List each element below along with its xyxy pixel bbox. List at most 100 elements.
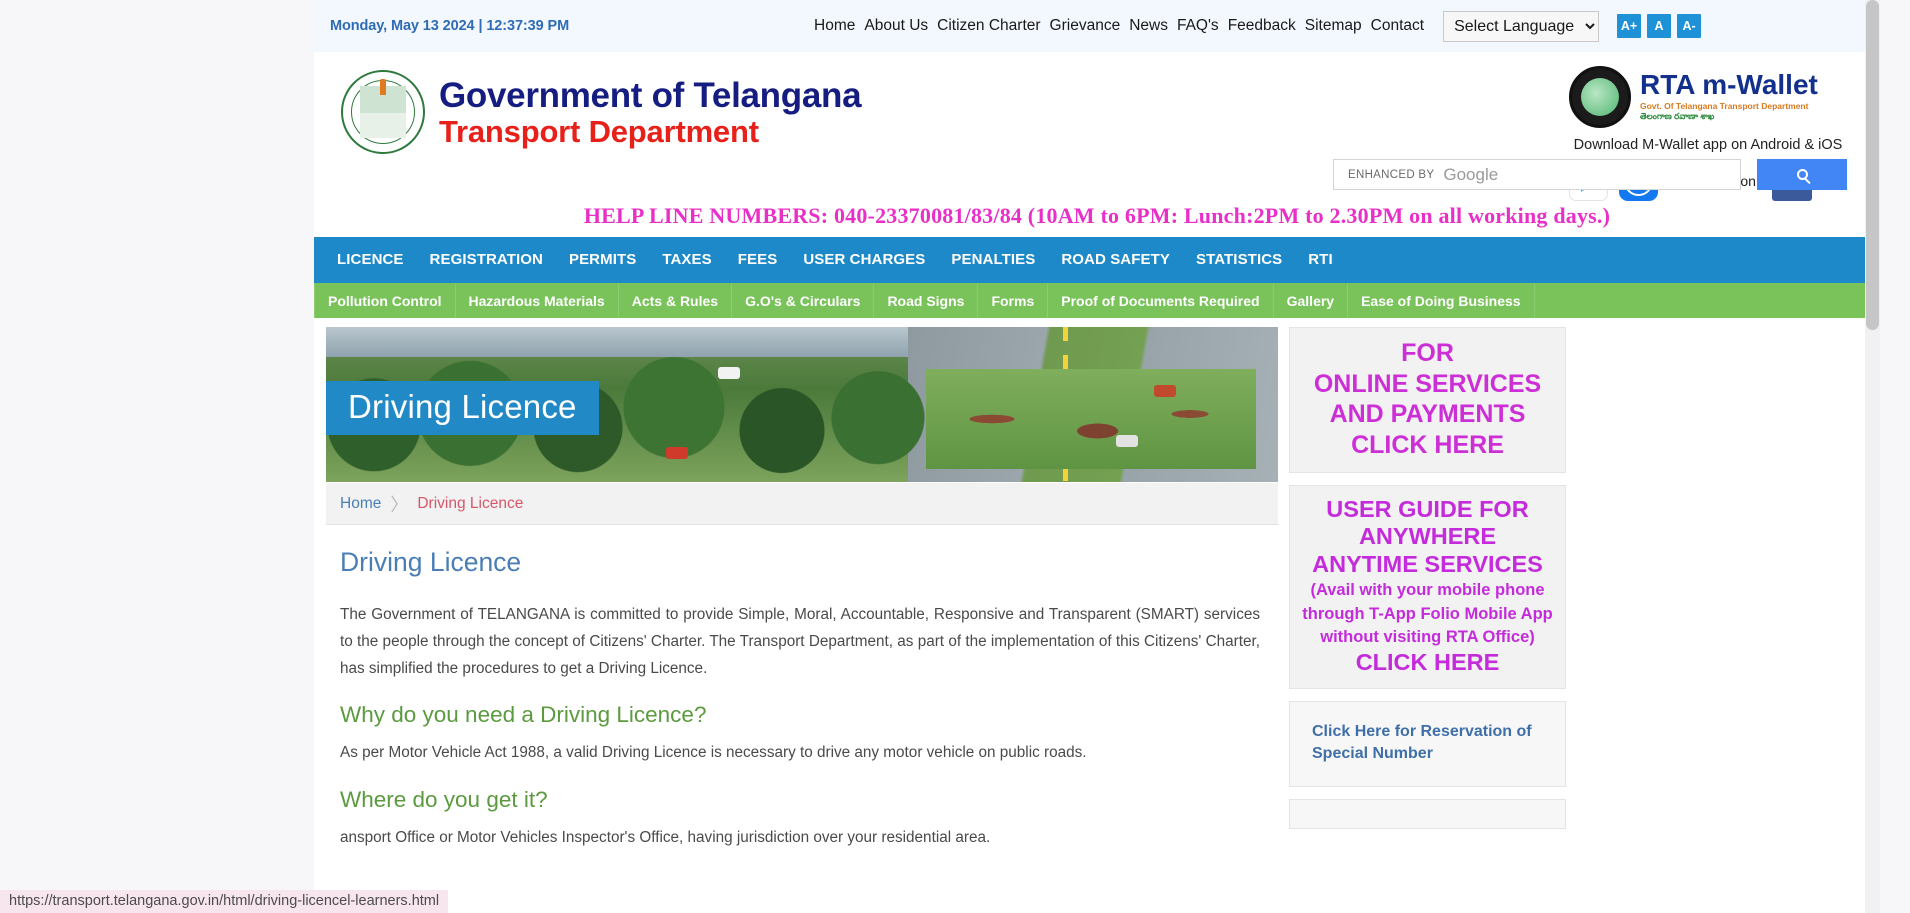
desktop-background-right — [1880, 0, 1910, 913]
mainnav-item-licence[interactable]: LICENCE — [324, 251, 417, 268]
hero-title: Driving Licence — [326, 381, 599, 435]
mwallet-subtitle-english: Govt. Of Telangana Transport Department — [1640, 100, 1809, 111]
mainnav-item-registration[interactable]: REGISTRATION — [417, 251, 556, 268]
status-bar-url: https://transport.telangana.gov.in/html/… — [0, 890, 449, 913]
google-search-row: ENHANCED BY Google — [1333, 159, 1847, 190]
brand-government-line: Government of Telangana — [439, 75, 862, 115]
banner2-line-3: ANYTIME SERVICES — [1312, 550, 1543, 577]
top-navigation: Home About Us Citizen Charter Grievance … — [814, 10, 1702, 42]
subnav-item-acts-rules[interactable]: Acts & Rules — [619, 283, 733, 318]
hero-vehicle — [718, 367, 740, 379]
banner-special-number[interactable]: Click Here for Reservation of Special Nu… — [1289, 701, 1566, 787]
subnav-item-proof-of-documents[interactable]: Proof of Documents Required — [1048, 283, 1274, 318]
topnav-item-news[interactable]: News — [1129, 17, 1168, 35]
subnav-item-gos-circulars[interactable]: G.O's & Circulars — [732, 283, 875, 318]
mwallet-download-text: Download M-Wallet app on Android & iOS — [1573, 137, 1843, 153]
mwallet-logo-row[interactable]: RTA m-Wallet Govt. Of Telangana Transpor… — [1569, 66, 1847, 128]
subnav-item-ease-of-doing-business[interactable]: Ease of Doing Business — [1348, 283, 1535, 318]
hero-banner: Driving Licence — [326, 327, 1278, 482]
mainnav-item-road-safety[interactable]: ROAD SAFETY — [1048, 251, 1183, 268]
subnav-item-forms[interactable]: Forms — [978, 283, 1049, 318]
language-select[interactable]: Select Language — [1443, 10, 1600, 42]
main-navigation: LICENCE REGISTRATION PERMITS TAXES FEES … — [314, 237, 1880, 281]
banner2-note-line-1: (Avail with your mobile phone — [1310, 581, 1545, 600]
mainnav-item-permits[interactable]: PERMITS — [556, 251, 649, 268]
banner2-note-line-3: without visiting RTA Office) — [1320, 628, 1535, 647]
topnav-item-faqs[interactable]: FAQ's — [1177, 17, 1219, 35]
section-heading-where: Where do you get it? — [340, 787, 548, 813]
browser-page: Monday, May 13 2024 | 12:37:39 PM Home A… — [314, 0, 1880, 913]
helpline-banner: HELP LINE NUMBERS: 040-23370081/83/84 (1… — [583, 203, 1611, 228]
site-header: Government of Telangana Transport Depart… — [314, 52, 1880, 237]
banner1-line-4: CLICK HERE — [1351, 430, 1504, 459]
page-content: Driving Licence Home 〉 Driving Licence D… — [314, 318, 1880, 868]
brand-department-line: Transport Department — [439, 113, 759, 149]
section-heading-why: Why do you need a Driving Licence? — [340, 702, 707, 728]
subnav-item-gallery[interactable]: Gallery — [1274, 283, 1349, 318]
subnav-item-hazardous-materials[interactable]: Hazardous Materials — [456, 283, 619, 318]
mainnav-item-fees[interactable]: FEES — [725, 251, 791, 268]
banner1-line-2: ONLINE SERVICES — [1313, 369, 1542, 398]
font-size-controls: A+ A A- — [1617, 14, 1702, 38]
page-title: Driving Licence — [340, 547, 522, 577]
breadcrumb: Home 〉 Driving Licence — [326, 483, 1278, 525]
page-scrollbar[interactable] — [1865, 0, 1880, 913]
mainnav-item-penalties[interactable]: PENALTIES — [938, 251, 1048, 268]
banner2-line-1: USER GUIDE FOR — [1326, 496, 1529, 522]
topnav-item-feedback[interactable]: Feedback — [1228, 17, 1296, 35]
mainnav-item-taxes[interactable]: TAXES — [649, 251, 724, 268]
banner2-line-2: ANYWHERE — [1358, 523, 1497, 550]
article-intro-paragraph: The Government of TELANGANA is committed… — [340, 606, 1260, 677]
banner2-note-line-2: through T-App Folio Mobile App — [1302, 604, 1553, 623]
subnav-item-pollution-control[interactable]: Pollution Control — [314, 283, 456, 318]
hero-median-garden — [926, 369, 1256, 469]
main-column: Driving Licence Home 〉 Driving Licence D… — [326, 327, 1278, 868]
topnav-item-contact[interactable]: Contact — [1371, 17, 1424, 35]
mainnav-item-user-charges[interactable]: USER CHARGES — [790, 251, 938, 268]
mwallet-title: RTA m-Wallet — [1640, 68, 1818, 100]
sidebar: FOR ONLINE SERVICES AND PAYMENTS CLICK H… — [1289, 327, 1566, 829]
mainnav-item-statistics[interactable]: STATISTICS — [1183, 251, 1295, 268]
current-datetime: Monday, May 13 2024 | 12:37:39 PM — [330, 18, 570, 34]
banner-online-services[interactable]: FOR ONLINE SERVICES AND PAYMENTS CLICK H… — [1289, 327, 1566, 473]
search-google-label: Google — [1443, 164, 1499, 184]
hero-vehicle — [1154, 385, 1176, 397]
subnav-item-road-signs[interactable]: Road Signs — [874, 283, 979, 318]
chevron-right-icon: 〉 — [390, 494, 409, 515]
article-where-paragraph: ansport Office or Motor Vehicles Inspect… — [340, 829, 991, 847]
mwallet-wheel-icon — [1569, 66, 1631, 128]
topnav-item-citizen-charter[interactable]: Citizen Charter — [937, 17, 1040, 35]
brand-text: Government of Telangana Transport Depart… — [439, 75, 862, 149]
font-normal-button[interactable]: A — [1647, 14, 1672, 38]
scrollbar-thumb[interactable] — [1866, 0, 1879, 330]
secondary-navigation: Pollution Control Hazardous Materials Ac… — [314, 281, 1880, 318]
hero-vehicle — [666, 447, 688, 459]
banner-user-guide[interactable]: USER GUIDE FOR ANYWHERE ANYTIME SERVICES… — [1289, 485, 1566, 690]
topnav-item-home[interactable]: Home — [814, 17, 855, 35]
search-submit-button[interactable] — [1757, 159, 1847, 190]
search-icon — [1796, 169, 1808, 180]
search-input[interactable]: ENHANCED BY Google — [1333, 159, 1741, 190]
banner-partial-next[interactable] — [1289, 798, 1566, 829]
mwallet-subtitle-telugu: తెలంగాణ రవాణా శాఖ — [1640, 110, 1715, 121]
topnav-item-grievance[interactable]: Grievance — [1050, 17, 1121, 35]
banner2-cta: CLICK HERE — [1355, 648, 1500, 675]
emblem-inner-graphic — [360, 86, 406, 138]
topnav-item-about-us[interactable]: About Us — [864, 17, 928, 35]
desktop-background-left — [0, 0, 314, 913]
top-utility-bar: Monday, May 13 2024 | 12:37:39 PM Home A… — [314, 0, 1880, 52]
breadcrumb-item-current: Driving Licence — [417, 494, 524, 512]
special-number-link[interactable]: Click Here for Reservation of Special Nu… — [1312, 721, 1549, 764]
hero-vehicle — [1116, 435, 1138, 447]
mainnav-item-rti[interactable]: RTI — [1295, 251, 1345, 268]
topnav-item-sitemap[interactable]: Sitemap — [1305, 17, 1362, 35]
banner1-line-1: FOR — [1401, 339, 1454, 367]
font-increase-button[interactable]: A+ — [1617, 14, 1642, 38]
telangana-emblem-icon — [341, 70, 425, 154]
breadcrumb-item-home[interactable]: Home — [340, 495, 381, 513]
article-why-paragraph: As per Motor Vehicle Act 1988, a valid D… — [340, 744, 1087, 762]
font-decrease-button[interactable]: A- — [1677, 14, 1702, 38]
banner1-line-3: AND PAYMENTS — [1329, 400, 1526, 428]
brand-lockup[interactable]: Government of Telangana Transport Depart… — [341, 70, 862, 154]
screenshot-root: Monday, May 13 2024 | 12:37:39 PM Home A… — [0, 0, 1910, 913]
